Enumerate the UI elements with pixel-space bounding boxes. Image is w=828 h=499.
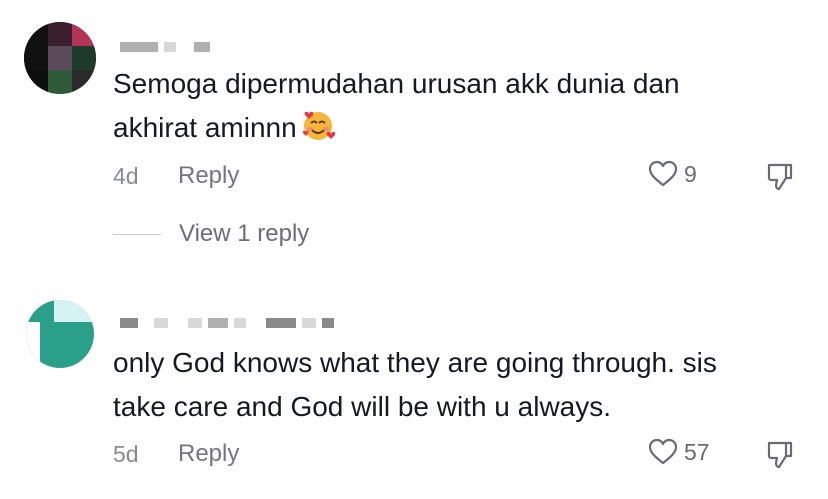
view-replies-label: View 1 reply bbox=[179, 220, 310, 247]
username-redacted[interactable] bbox=[120, 318, 334, 328]
avatar-pixel bbox=[48, 70, 72, 94]
thumbs-down-icon bbox=[767, 441, 793, 469]
avatar-pixel bbox=[72, 46, 96, 70]
comment-age: 5d bbox=[113, 441, 139, 467]
redaction-block bbox=[188, 318, 202, 328]
redaction-block bbox=[266, 318, 296, 328]
like-count: 9 bbox=[684, 160, 697, 187]
avatar-pixel bbox=[72, 70, 96, 94]
heart-icon bbox=[648, 160, 678, 187]
avatar-pixel bbox=[24, 46, 48, 70]
redaction-block bbox=[154, 318, 168, 328]
redaction-block bbox=[194, 42, 210, 52]
like-button[interactable]: 57 bbox=[648, 438, 710, 466]
avatar-pixel bbox=[24, 70, 48, 94]
redaction-block bbox=[120, 42, 158, 52]
redaction-block bbox=[120, 318, 138, 328]
reply-button[interactable]: Reply bbox=[178, 162, 239, 190]
username-redacted[interactable] bbox=[120, 42, 210, 52]
thumbs-down-icon bbox=[767, 163, 793, 191]
avatar-pixel bbox=[24, 22, 48, 46]
comment-age: 4d bbox=[113, 163, 139, 189]
avatar-pixel bbox=[48, 22, 72, 46]
redaction-block bbox=[234, 318, 246, 328]
view-replies-button[interactable]: View 1 reply bbox=[113, 220, 309, 248]
avatar[interactable] bbox=[24, 22, 96, 94]
avatar[interactable] bbox=[26, 300, 94, 368]
redaction-block bbox=[164, 42, 176, 52]
comment-text: Semoga dipermudahan urusan akk dunia dan… bbox=[113, 62, 813, 150]
avatar-pixel bbox=[26, 322, 40, 368]
like-count: 57 bbox=[684, 438, 710, 465]
comment-text-content: Semoga dipermudahan urusan akk dunia dan… bbox=[113, 68, 680, 143]
avatar-pixel bbox=[54, 300, 94, 322]
redaction-block bbox=[208, 318, 228, 328]
redaction-block bbox=[302, 318, 316, 328]
heart-icon bbox=[648, 438, 678, 465]
divider-line bbox=[113, 233, 161, 235]
dislike-button[interactable] bbox=[766, 162, 794, 197]
avatar-pixel bbox=[72, 22, 96, 46]
comment-text: only God knows what they are going throu… bbox=[113, 347, 717, 422]
like-button[interactable]: 9 bbox=[648, 160, 697, 188]
redaction-block bbox=[322, 318, 334, 328]
avatar-pixel bbox=[48, 46, 72, 70]
reply-button[interactable]: Reply bbox=[178, 440, 239, 468]
dislike-button[interactable] bbox=[766, 440, 794, 475]
smiling-face-with-hearts-emoji bbox=[301, 109, 336, 143]
